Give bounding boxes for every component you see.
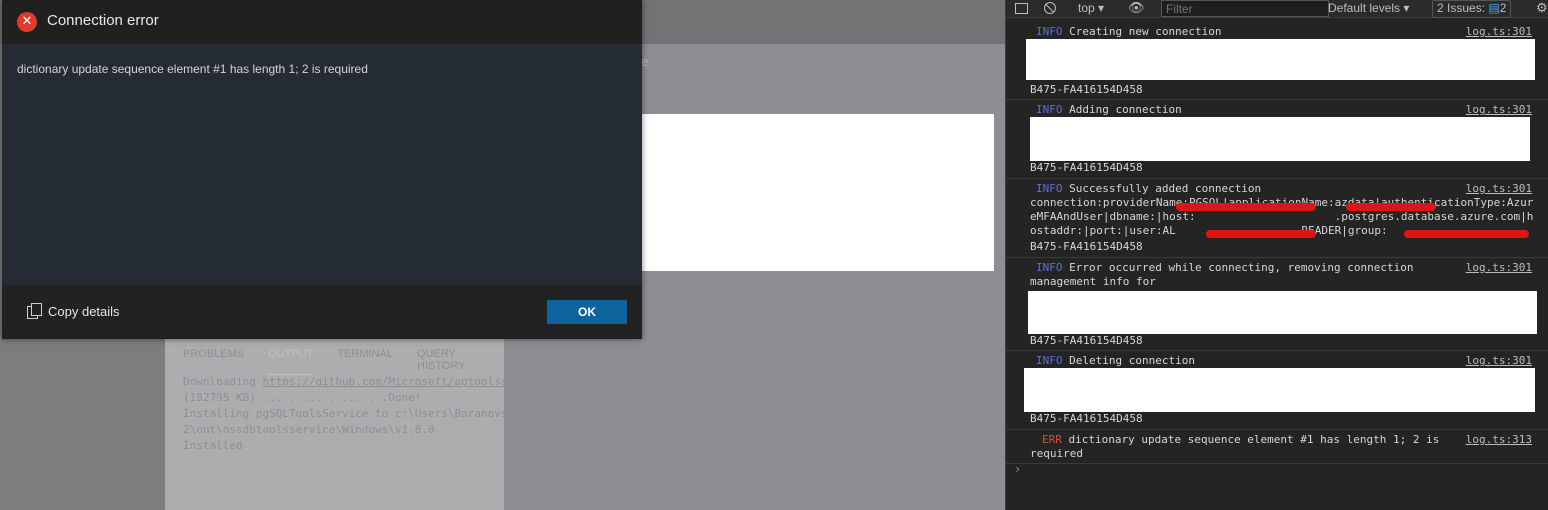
log-text-cont: required [1030,447,1083,460]
output-line: Installed [183,439,243,452]
source-link[interactable]: log.ts:301 [1466,25,1532,39]
list-item: INFO Deleting connection log.ts:301 B475… [1006,351,1548,430]
tab-output[interactable]: OUTPUT [268,348,314,375]
source-link[interactable]: log.ts:301 [1466,103,1532,117]
log-text: Deleting connection [1069,354,1195,367]
panel-tabs: PROBLEMS OUTPUT TERMINAL QUERY HISTORY [183,348,504,375]
devtools-console: top ▾ 👁 Default levels ▾ 2 Issues: ▤2 ⚙ … [1005,0,1548,510]
connection-error-dialog: ✕ Connection error dictionary update seq… [2,0,642,339]
list-item: INFO Successfully added connection log.t… [1006,179,1548,258]
list-item: INFO Error occurred while connecting, re… [1006,258,1548,351]
error-message: dictionary update sequence element #1 ha… [17,62,368,76]
log-head: INFO Error occurred while connecting, re… [1036,261,1414,275]
dialog-title: Connection error [47,12,159,29]
redacted-area [1030,117,1530,161]
log-head: INFO Creating new connection [1036,25,1221,39]
console-messages: INFO Creating new connection log.ts:301 … [1006,22,1548,464]
issues-badge[interactable]: 2 Issues: ▤2 [1432,0,1512,18]
output-line: 2\out\ossdbtoolsservice\Windows\v1.8.0 [183,423,435,436]
gear-icon[interactable]: ⚙ [1536,0,1548,16]
log-text-cont: management info for [1030,275,1156,288]
list-item: INFO Creating new connection log.ts:301 … [1006,22,1548,100]
redacted-area [1026,39,1535,80]
redacted-area [640,114,994,271]
redaction-scribble [1206,230,1316,238]
tab-problems[interactable]: PROBLEMS [183,348,244,375]
filter-input[interactable] [1161,0,1329,17]
redacted-area [1028,291,1537,334]
context-label: top [1078,1,1095,15]
log-tail: B475-FA416154D458 [1030,240,1143,253]
list-item: ERR dictionary update sequence element #… [1006,430,1548,464]
redacted-area [1024,368,1535,412]
issue-message-icon: ▤ [1488,1,1500,15]
source-link[interactable]: log.ts:301 [1466,354,1532,368]
log-head: INFO Deleting connection [1036,354,1195,368]
error-icon: ✕ [17,12,37,32]
issues-count: 2 [1499,1,1507,15]
source-link[interactable]: log.ts:301 [1466,261,1532,275]
tab-query-history[interactable]: QUERY HISTORY [417,348,480,375]
context-selector[interactable]: top ▾ [1078,0,1104,17]
log-head: ERR dictionary update sequence element #… [1042,433,1439,447]
log-head: INFO Adding connection [1036,103,1182,117]
output-line: Installing pgSQLToolsService to c:\Users… [183,407,508,420]
console-toolbar: top ▾ 👁 Default levels ▾ 2 Issues: ▤2 ⚙ [1006,0,1548,18]
download-link[interactable]: https://github.com/Microsoft/pgtoolss [262,375,507,388]
log-text: Creating new connection [1069,25,1222,38]
issues-label: 2 Issues: [1437,1,1486,15]
log-text: dictionary update sequence element #1 ha… [1068,433,1440,446]
list-item: INFO Adding connection log.ts:301 B475-F… [1006,100,1548,179]
log-text: Adding connection [1069,103,1182,116]
output-log: Downloading https://github.com/Microsoft… [183,374,508,454]
redaction-scribble [1346,203,1436,211]
level-badge: INFO [1036,103,1063,116]
sidebar-toggle-icon[interactable] [1015,3,1028,14]
level-badge: INFO [1036,354,1063,367]
clear-console-icon[interactable] [1044,2,1056,14]
copy-icon [26,303,42,319]
output-line: Downloading [183,375,263,388]
levels-label: Default levels [1328,1,1401,15]
ghost-text: e [641,55,649,69]
level-badge: INFO [1036,182,1063,195]
log-head: INFO Successfully added connection [1036,182,1261,196]
dialog-header: ✕ Connection error [2,0,642,44]
log-tail: B475-FA416154D458 [1030,161,1143,174]
redaction-scribble [1176,203,1316,211]
log-tail: B475-FA416154D458 [1030,412,1143,425]
source-link[interactable]: log.ts:301 [1466,182,1532,196]
level-badge: ERR [1042,433,1062,446]
dialog-footer: Copy details OK [2,285,642,339]
console-prompt[interactable]: › [1014,462,1021,476]
copy-details-button[interactable]: Copy details [26,303,120,319]
log-text: Error occurred while connecting, removin… [1069,261,1414,274]
copy-details-label: Copy details [48,303,120,319]
bottom-panel: PROBLEMS OUTPUT TERMINAL QUERY HISTORY D… [165,338,508,510]
level-badge: INFO [1036,261,1063,274]
level-badge: INFO [1036,25,1063,38]
log-levels-dropdown[interactable]: Default levels ▾ [1328,0,1409,17]
source-link[interactable]: log.ts:313 [1466,433,1532,447]
eye-icon[interactable]: 👁 [1128,0,1145,17]
redaction-scribble [1404,230,1529,238]
tab-terminal[interactable]: TERMINAL [337,348,393,375]
output-line: (182795 KB)....................Done! [183,391,422,404]
log-tail: B475-FA416154D458 [1030,334,1143,347]
ok-button[interactable]: OK [547,300,627,324]
log-text: Successfully added connection [1069,182,1262,195]
log-tail: B475-FA416154D458 [1030,83,1143,96]
